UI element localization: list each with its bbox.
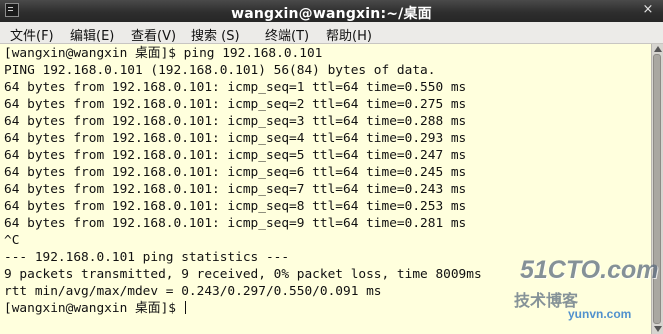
statistics-header: --- 192.168.0.101 ping statistics ---: [4, 250, 290, 265]
output-line: 64 bytes from 192.168.0.101: icmp_seq=6 …: [4, 165, 467, 180]
output-line: 64 bytes from 192.168.0.101: icmp_seq=4 …: [4, 131, 467, 146]
menu-help[interactable]: 帮助(H): [326, 25, 372, 44]
menu-view[interactable]: 查看(V): [131, 25, 176, 44]
terminal-output[interactable]: [wangxin@wangxin 桌面]$ ping 192.168.0.101…: [0, 44, 651, 334]
menu-terminal[interactable]: 终端(T): [265, 25, 309, 44]
current-prompt-row[interactable]: [wangxin@wangxin 桌面]$: [4, 301, 186, 317]
output-line: 64 bytes from 192.168.0.101: icmp_seq=1 …: [4, 80, 467, 95]
text-cursor: [184, 301, 186, 314]
menu-file[interactable]: 文件(F): [10, 25, 54, 44]
output-line: 64 bytes from 192.168.0.101: icmp_seq=8 …: [4, 199, 467, 214]
current-prompt: [wangxin@wangxin 桌面]$: [4, 301, 184, 316]
output-line: 64 bytes from 192.168.0.101: icmp_seq=9 …: [4, 216, 467, 231]
interrupt-line: ^C: [4, 233, 20, 248]
rtt-line: rtt min/avg/max/mdev = 0.243/0.297/0.550…: [4, 284, 382, 299]
prompt-line: [wangxin@wangxin 桌面]$ ping 192.168.0.101: [4, 46, 323, 61]
output-line: 64 bytes from 192.168.0.101: icmp_seq=2 …: [4, 97, 467, 112]
window-titlebar[interactable]: wangxin@wangxin:~/桌面 ×: [0, 0, 663, 22]
window-title: wangxin@wangxin:~/桌面: [231, 6, 432, 22]
output-line: 64 bytes from 192.168.0.101: icmp_seq=7 …: [4, 182, 467, 197]
scroll-thumb[interactable]: [653, 54, 661, 324]
output-line: 64 bytes from 192.168.0.101: icmp_seq=5 …: [4, 148, 467, 163]
scroll-up-arrow-icon[interactable]: [654, 46, 662, 52]
menu-search[interactable]: 搜索 (S): [191, 25, 240, 44]
menu-bar: 文件(F) 编辑(E) 查看(V) 搜索 (S) 终端(T) 帮助(H): [0, 22, 663, 44]
output-line: PING 192.168.0.101 (192.168.0.101) 56(84…: [4, 63, 436, 78]
vertical-scrollbar[interactable]: [651, 44, 663, 334]
close-button[interactable]: ×: [641, 3, 655, 17]
output-line: 64 bytes from 192.168.0.101: icmp_seq=3 …: [4, 114, 467, 129]
statistics-line: 9 packets transmitted, 9 received, 0% pa…: [4, 267, 482, 282]
menu-edit[interactable]: 编辑(E): [70, 25, 114, 44]
scroll-down-arrow-icon[interactable]: [654, 326, 662, 332]
